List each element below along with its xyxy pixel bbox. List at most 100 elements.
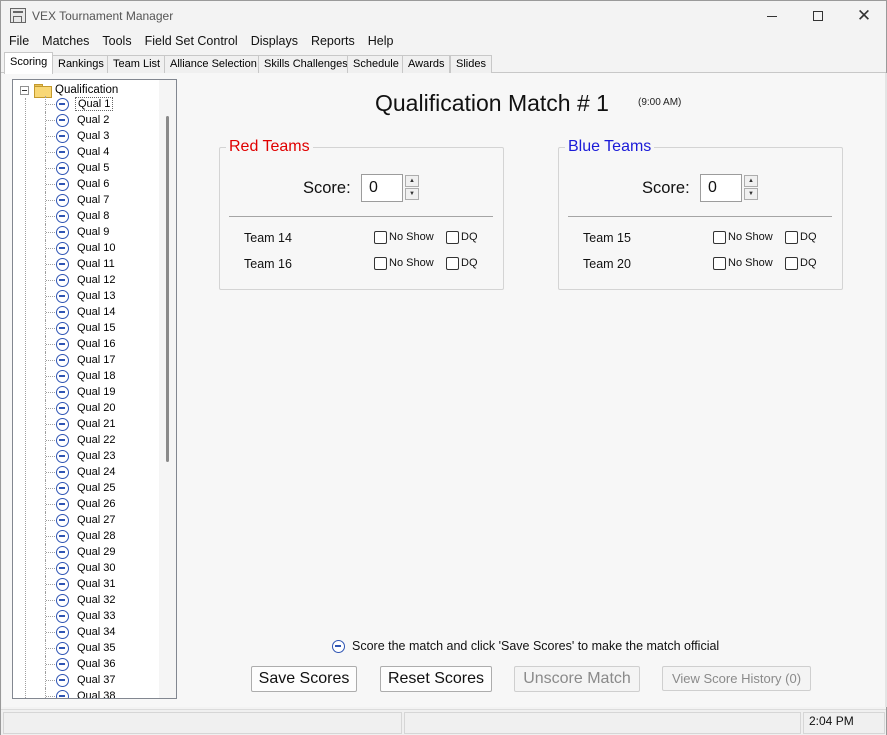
tab-alliance-selection[interactable]: Alliance Selection <box>164 55 263 73</box>
tree-item-label: Qual 18 <box>77 370 116 382</box>
tree-item-qual[interactable]: Qual 37 <box>13 672 163 688</box>
unscored-status-icon <box>56 433 69 447</box>
no-show-checkbox[interactable] <box>713 257 726 270</box>
unscored-status-icon <box>56 545 69 559</box>
collapse-icon[interactable] <box>20 85 29 95</box>
menu-field-set-control[interactable]: Field Set Control <box>145 34 238 48</box>
blue-score-down-icon[interactable]: ▼ <box>744 188 758 200</box>
tab-scoring[interactable]: Scoring <box>4 52 54 74</box>
blue-score-input[interactable]: 0 <box>700 174 742 202</box>
unscored-status-icon <box>56 305 69 319</box>
menu-help[interactable]: Help <box>368 34 394 48</box>
tree-item-qual[interactable]: Qual 18 <box>13 368 163 384</box>
match-tree[interactable]: Qualification Qual 1 Qual 2 Qual 3 Qual 4 Qu… <box>12 79 177 699</box>
tree-item-qual[interactable]: Qual 32 <box>13 592 163 608</box>
tree-item-qual[interactable]: Qual 13 <box>13 288 163 304</box>
dq-label[interactable]: DQ <box>461 231 478 243</box>
save-scores-button[interactable]: Save Scores <box>251 666 357 692</box>
tab-schedule[interactable]: Schedule <box>347 55 405 73</box>
tree-item-qual[interactable]: Qual 27 <box>13 512 163 528</box>
tree-item-qual[interactable]: Qual 29 <box>13 544 163 560</box>
no-show-label[interactable]: No Show <box>728 231 773 243</box>
tree-item-qual[interactable]: Qual 4 <box>13 144 163 160</box>
view-score-history-button[interactable]: View Score History (0) <box>662 666 811 691</box>
tab-skills-challenges[interactable]: Skills Challenges <box>258 55 354 73</box>
tree-item-qual[interactable]: Qual 1 <box>13 96 163 112</box>
tree-item-label: Qual 1 <box>75 97 114 111</box>
no-show-checkbox[interactable] <box>374 257 387 270</box>
no-show-checkbox[interactable] <box>713 231 726 244</box>
tree-item-qual[interactable]: Qual 14 <box>13 304 163 320</box>
tab-rankings[interactable]: Rankings <box>52 55 110 73</box>
tree-item-qual[interactable]: Qual 26 <box>13 496 163 512</box>
dq-checkbox[interactable] <box>785 231 798 244</box>
unscored-status-icon <box>56 241 69 255</box>
unscored-status-icon <box>56 145 69 159</box>
minimize-button[interactable] <box>749 1 795 31</box>
tree-item-qual[interactable]: Qual 38 <box>13 688 163 698</box>
menu-reports[interactable]: Reports <box>311 34 355 48</box>
no-show-label[interactable]: No Show <box>389 231 434 243</box>
blue-score-up-icon[interactable]: ▲ <box>744 175 758 187</box>
dq-checkbox[interactable] <box>785 257 798 270</box>
tree-scrollbar-thumb[interactable] <box>166 116 169 462</box>
menu-bar: File Matches Tools Field Set Control Dis… <box>1 31 886 51</box>
tree-item-qual[interactable]: Qual 17 <box>13 352 163 368</box>
dq-label[interactable]: DQ <box>800 257 817 269</box>
tree-scrollbar[interactable] <box>159 80 176 698</box>
tree-item-qual[interactable]: Qual 19 <box>13 384 163 400</box>
dq-checkbox[interactable] <box>446 257 459 270</box>
dq-checkbox[interactable] <box>446 231 459 244</box>
tree-item-qual[interactable]: Qual 36 <box>13 656 163 672</box>
tree-item-qual[interactable]: Qual 6 <box>13 176 163 192</box>
tree-item-label: Qual 36 <box>77 658 116 670</box>
no-show-label[interactable]: No Show <box>728 257 773 269</box>
menu-tools[interactable]: Tools <box>102 34 131 48</box>
tree-item-qual[interactable]: Qual 31 <box>13 576 163 592</box>
red-score-up-icon[interactable]: ▲ <box>405 175 419 187</box>
tree-item-qual[interactable]: Qual 28 <box>13 528 163 544</box>
no-show-checkbox[interactable] <box>374 231 387 244</box>
tree-item-qual[interactable]: Qual 21 <box>13 416 163 432</box>
red-score-input[interactable]: 0 <box>361 174 403 202</box>
tree-item-qual[interactable]: Qual 11 <box>13 256 163 272</box>
tree-item-qual[interactable]: Qual 3 <box>13 128 163 144</box>
tree-item-qual[interactable]: Qual 8 <box>13 208 163 224</box>
tab-team-list[interactable]: Team List <box>107 55 167 73</box>
reset-scores-button[interactable]: Reset Scores <box>380 666 492 692</box>
unscored-status-icon <box>56 337 69 351</box>
tree-item-label: Qual 37 <box>77 674 116 686</box>
tree-item-qual[interactable]: Qual 12 <box>13 272 163 288</box>
tree-item-qual[interactable]: Qual 33 <box>13 608 163 624</box>
tree-item-label: Qual 16 <box>77 338 116 350</box>
tab-slides[interactable]: Slides <box>450 55 492 73</box>
dq-label[interactable]: DQ <box>800 231 817 243</box>
menu-file[interactable]: File <box>9 34 29 48</box>
tree-item-qual[interactable]: Qual 20 <box>13 400 163 416</box>
team-name: Team 14 <box>244 231 292 245</box>
tree-item-qual[interactable]: Qual 24 <box>13 464 163 480</box>
unscore-match-button[interactable]: Unscore Match <box>514 666 640 692</box>
tree-item-qual[interactable]: Qual 10 <box>13 240 163 256</box>
no-show-label[interactable]: No Show <box>389 257 434 269</box>
red-score-down-icon[interactable]: ▼ <box>405 188 419 200</box>
dq-label[interactable]: DQ <box>461 257 478 269</box>
maximize-button[interactable] <box>795 1 841 31</box>
menu-displays[interactable]: Displays <box>251 34 298 48</box>
close-button[interactable]: ✕ <box>841 1 887 31</box>
tab-awards[interactable]: Awards <box>402 55 451 73</box>
tree-item-qual[interactable]: Qual 15 <box>13 320 163 336</box>
menu-matches[interactable]: Matches <box>42 34 89 48</box>
tree-item-qual[interactable]: Qual 9 <box>13 224 163 240</box>
tree-item-qual[interactable]: Qual 2 <box>13 112 163 128</box>
tree-item-qual[interactable]: Qual 23 <box>13 448 163 464</box>
tree-item-label: Qual 9 <box>77 226 110 238</box>
tree-item-qual[interactable]: Qual 22 <box>13 432 163 448</box>
tree-item-qual[interactable]: Qual 16 <box>13 336 163 352</box>
tree-item-qual[interactable]: Qual 7 <box>13 192 163 208</box>
tree-item-qual[interactable]: Qual 35 <box>13 640 163 656</box>
tree-item-qual[interactable]: Qual 5 <box>13 160 163 176</box>
tree-item-qual[interactable]: Qual 25 <box>13 480 163 496</box>
tree-item-qual[interactable]: Qual 34 <box>13 624 163 640</box>
tree-item-qual[interactable]: Qual 30 <box>13 560 163 576</box>
